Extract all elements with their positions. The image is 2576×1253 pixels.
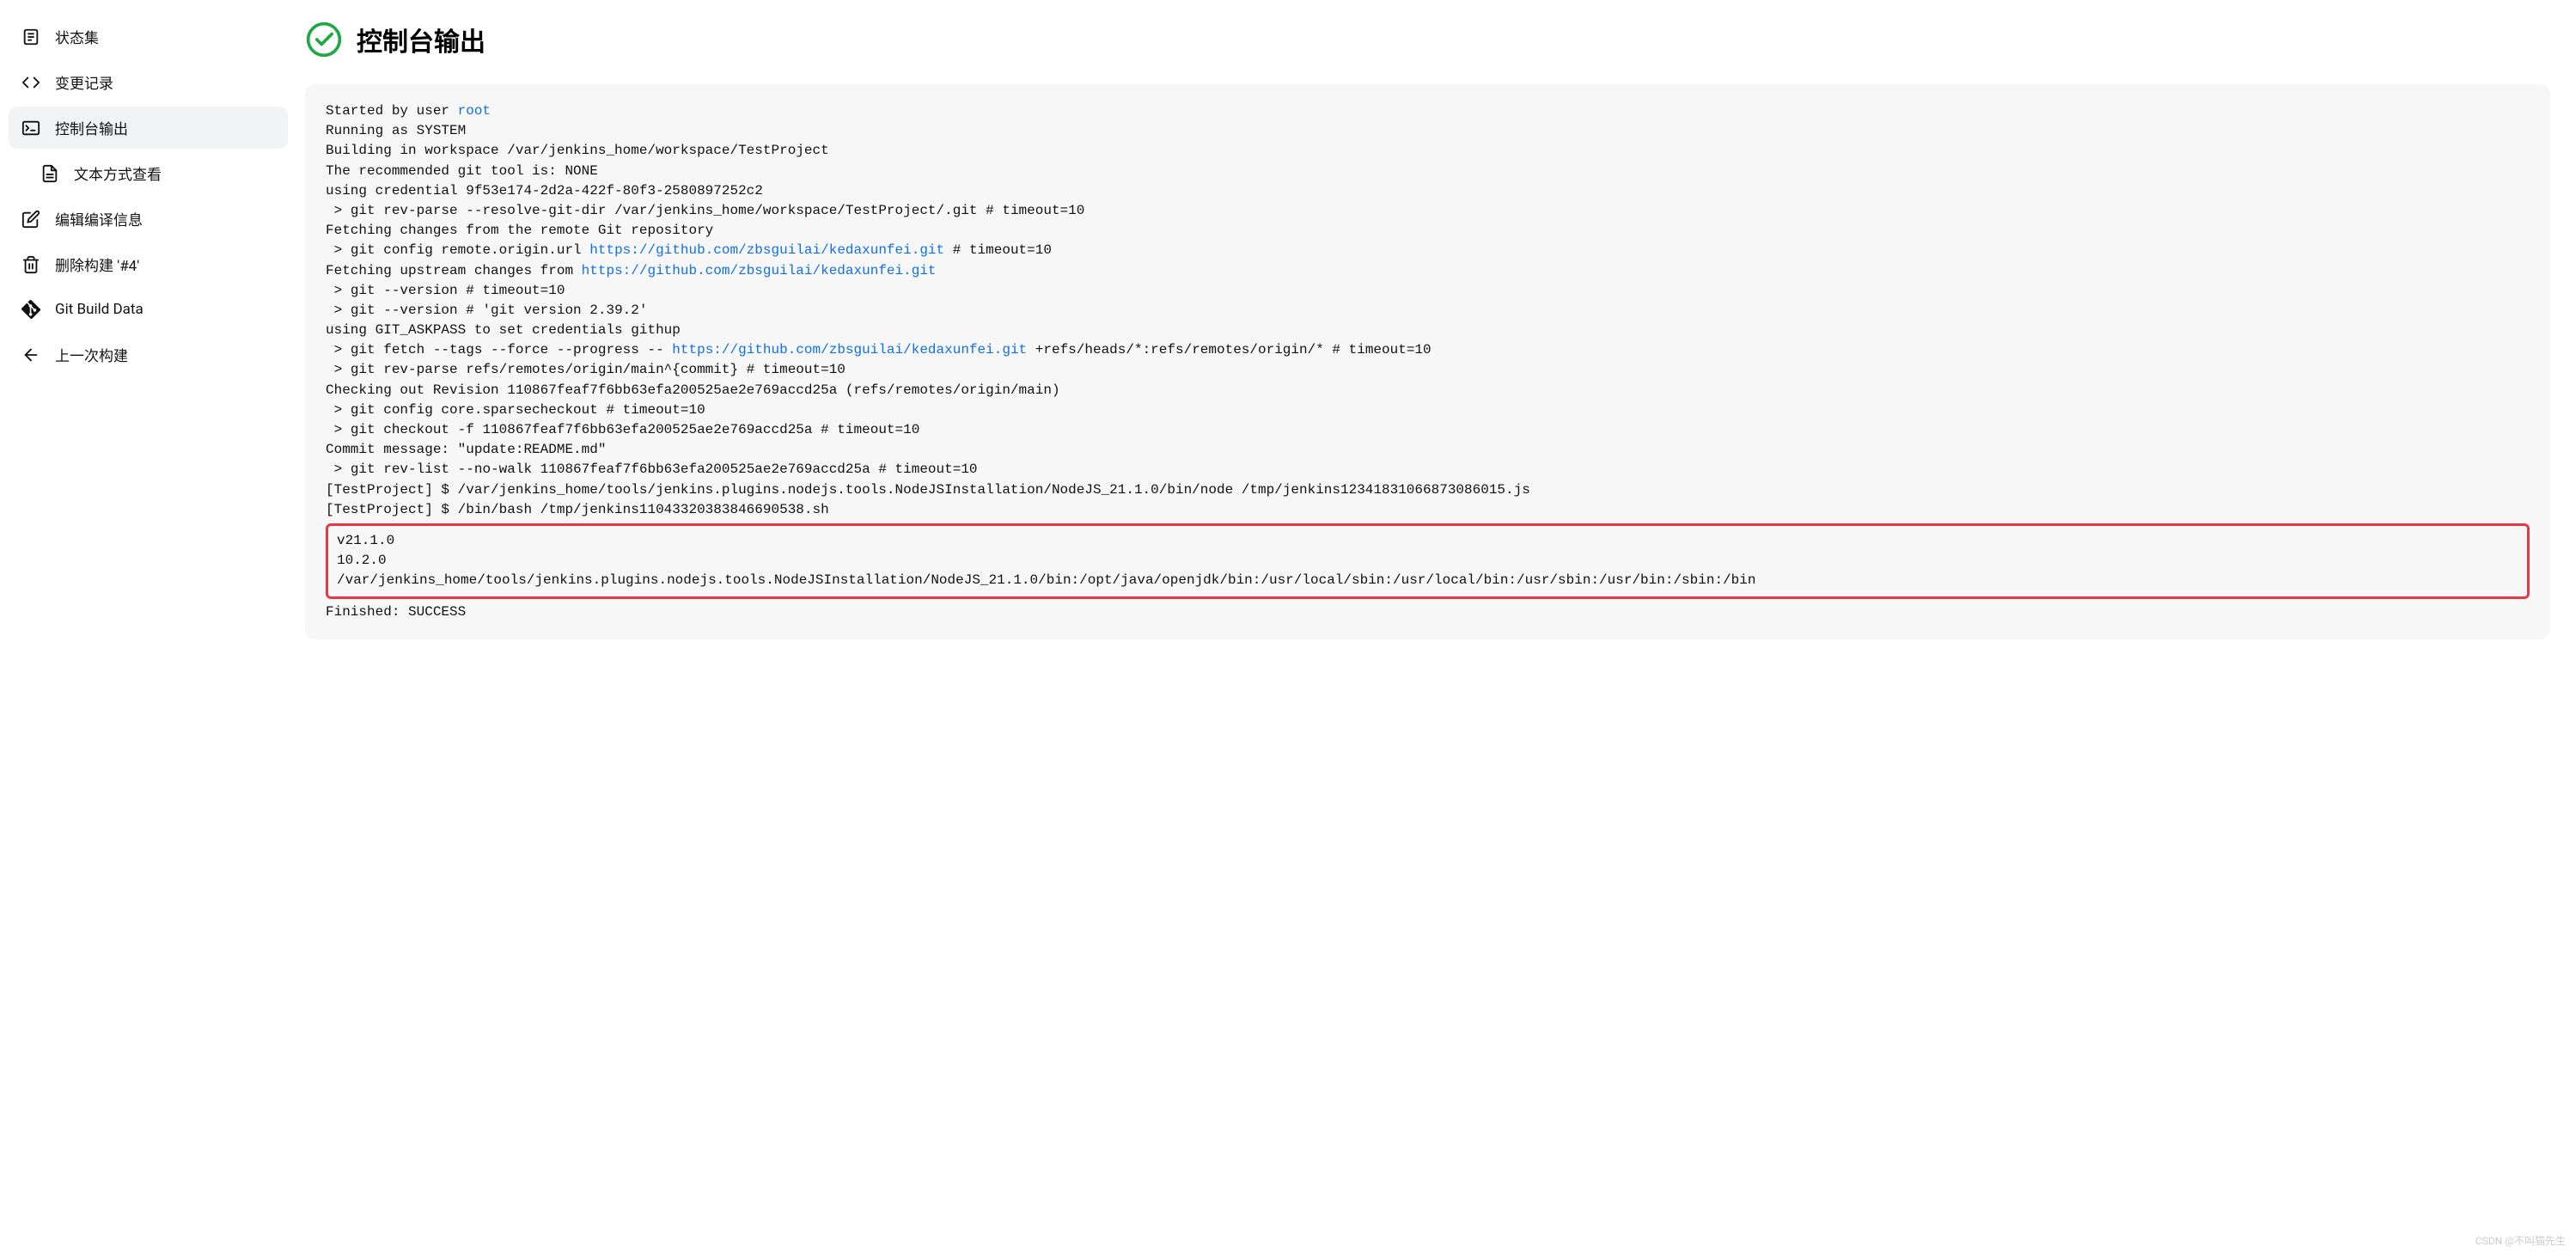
console-line: using GIT_ASKPASS to set credentials git… bbox=[326, 322, 681, 338]
console-line: Running as SYSTEM bbox=[326, 123, 466, 138]
repo-url-link[interactable]: https://github.com/zbsguilai/kedaxunfei.… bbox=[672, 342, 1027, 358]
sidebar-item-label: 控制台输出 bbox=[55, 117, 128, 138]
console-line: # timeout=10 bbox=[944, 242, 1052, 258]
console-line: > git --version # timeout=10 bbox=[326, 283, 565, 298]
sidebar-item-changes[interactable]: 变更记录 bbox=[9, 61, 288, 103]
code-icon bbox=[21, 72, 41, 93]
highlighted-output: v21.1.0 10.2.0 /var/jenkins_home/tools/j… bbox=[326, 523, 2530, 599]
console-line: > git rev-list --no-walk 110867feaf7f6bb… bbox=[326, 461, 978, 477]
sidebar-item-label: 变更记录 bbox=[55, 71, 113, 93]
sidebar-item-label: 状态集 bbox=[55, 26, 99, 47]
main-content: 控制台输出 Started by user root Running as SY… bbox=[296, 0, 2576, 1253]
console-line: [TestProject] $ /var/jenkins_home/tools/… bbox=[326, 482, 1530, 498]
console-line: Finished: SUCCESS bbox=[326, 604, 466, 620]
repo-url-link[interactable]: https://github.com/zbsguilai/kedaxunfei.… bbox=[582, 263, 937, 278]
console-line: > git config remote.origin.url bbox=[326, 242, 589, 258]
console-line: > git config core.sparsecheckout # timeo… bbox=[326, 402, 705, 418]
edit-icon bbox=[21, 209, 41, 229]
console-line: > git checkout -f 110867feaf7f6bb63efa20… bbox=[326, 422, 919, 437]
arrow-left-icon bbox=[21, 345, 41, 365]
console-line: [TestProject] $ /bin/bash /tmp/jenkins11… bbox=[326, 502, 829, 517]
page-header: 控制台输出 bbox=[305, 21, 2550, 58]
console-line: > git rev-parse refs/remotes/origin/main… bbox=[326, 362, 845, 377]
console-line: using credential 9f53e174-2d2a-422f-80f3… bbox=[326, 183, 763, 199]
console-line: Building in workspace /var/jenkins_home/… bbox=[326, 143, 829, 158]
sidebar-item-label: Git Build Data bbox=[55, 301, 143, 318]
sidebar-item-label: 删除构建 '#4' bbox=[55, 254, 139, 275]
sidebar-item-label: 上一次构建 bbox=[55, 344, 128, 365]
sidebar-item-label: 文本方式查看 bbox=[74, 162, 162, 184]
sidebar: 状态集 变更记录 控制台输出 bbox=[0, 0, 296, 1253]
sidebar-item-previous-build[interactable]: 上一次构建 bbox=[9, 333, 288, 376]
user-link[interactable]: root bbox=[458, 103, 491, 119]
sidebar-item-delete-build[interactable]: 删除构建 '#4' bbox=[9, 243, 288, 285]
sidebar-item-console-output[interactable]: 控制台输出 bbox=[9, 107, 288, 149]
sidebar-item-status[interactable]: 状态集 bbox=[9, 15, 288, 58]
git-icon bbox=[21, 299, 41, 320]
console-line: Commit message: "update:README.md" bbox=[326, 442, 606, 457]
document-list-icon bbox=[21, 27, 41, 47]
console-line: > git rev-parse --resolve-git-dir /var/j… bbox=[326, 203, 1084, 218]
console-line: > git --version # 'git version 2.39.2' bbox=[326, 303, 647, 318]
console-line: The recommended git tool is: NONE bbox=[326, 163, 598, 179]
trash-icon bbox=[21, 254, 41, 275]
success-check-icon bbox=[305, 21, 343, 58]
page-title: 控制台输出 bbox=[357, 21, 485, 58]
console-line: Fetching changes from the remote Git rep… bbox=[326, 223, 713, 238]
sidebar-item-label: 编辑编译信息 bbox=[55, 208, 143, 229]
console-line: Fetching upstream changes from bbox=[326, 263, 582, 278]
console-output: Started by user root Running as SYSTEM B… bbox=[305, 84, 2550, 639]
sidebar-item-edit-build-info[interactable]: 编辑编译信息 bbox=[9, 198, 288, 240]
terminal-icon bbox=[21, 118, 41, 138]
console-line: > git fetch --tags --force --progress -- bbox=[326, 342, 672, 358]
repo-url-link[interactable]: https://github.com/zbsguilai/kedaxunfei.… bbox=[589, 242, 944, 258]
console-line: Started by user bbox=[326, 103, 458, 119]
console-line: Checking out Revision 110867feaf7f6bb63e… bbox=[326, 382, 1060, 398]
console-line: +refs/heads/*:refs/remotes/origin/* # ti… bbox=[1027, 342, 1431, 358]
file-icon bbox=[40, 163, 60, 184]
sidebar-item-text-view[interactable]: 文本方式查看 bbox=[9, 152, 288, 194]
console-line: v21.1.0 10.2.0 /var/jenkins_home/tools/j… bbox=[337, 533, 1755, 588]
sidebar-item-git-build-data[interactable]: Git Build Data bbox=[9, 289, 288, 330]
watermark: CSDN @不叫猫先生 bbox=[2475, 1233, 2566, 1248]
